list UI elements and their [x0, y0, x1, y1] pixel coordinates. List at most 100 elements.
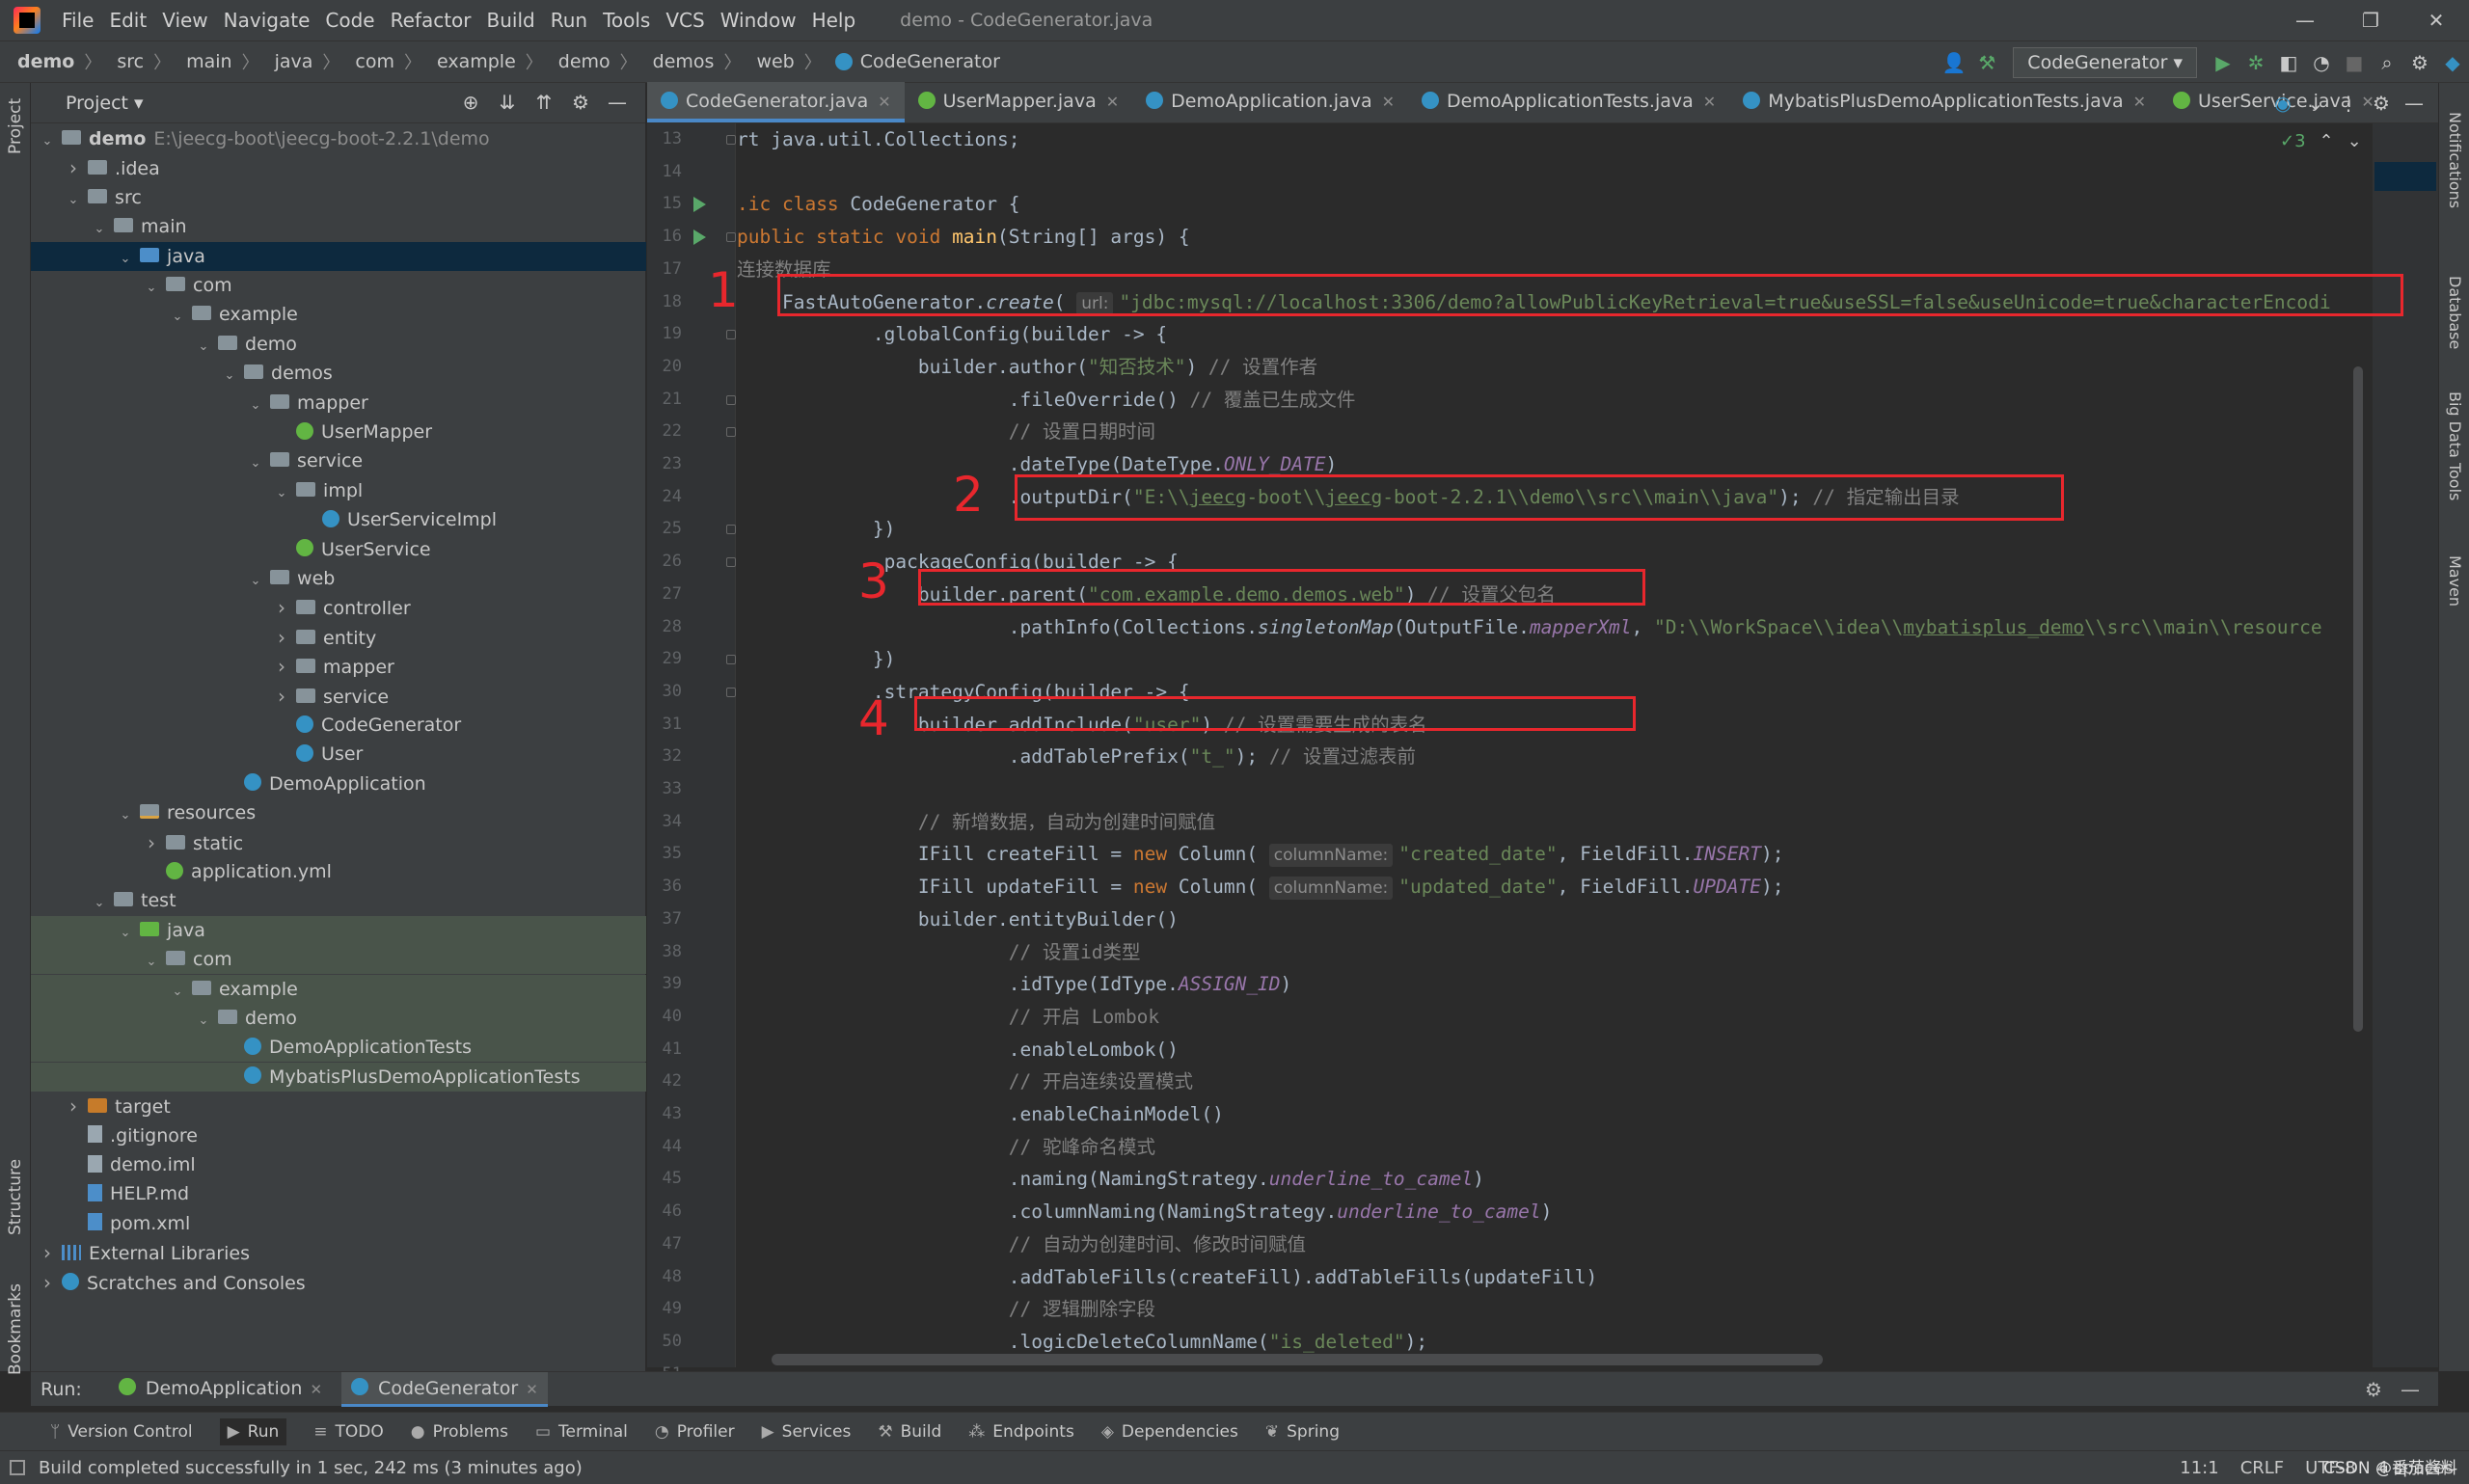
tree-item[interactable]: ⌄ demo E:\jeecg-boot\jeecg-boot-2.2.1\dem…	[31, 124, 646, 153]
tree-item[interactable]: ⌄ resources	[31, 798, 646, 827]
expand-arrow-icon[interactable]: ⌄	[117, 919, 134, 948]
expand-all-icon[interactable]: ⇊	[489, 91, 526, 114]
run-gutter-icon[interactable]	[693, 197, 706, 213]
expand-arrow-icon[interactable]: ⌄	[39, 127, 56, 156]
settings-gear-icon[interactable]: ⚙	[2365, 83, 2398, 123]
minimize-button[interactable]: —	[2272, 0, 2338, 40]
more-tabs-icon[interactable]: ◉	[2266, 83, 2299, 123]
vertical-scrollbar[interactable]	[2353, 366, 2363, 1032]
stop-icon[interactable]: ■	[2338, 51, 2371, 74]
menu-item-window[interactable]: Window	[720, 9, 797, 32]
expand-arrow-icon[interactable]: ⌄	[221, 362, 238, 391]
collapse-arrow-icon[interactable]: ›	[65, 153, 82, 182]
tree-item[interactable]: ⌄ java	[31, 241, 646, 271]
fold-marker-icon[interactable]	[726, 330, 736, 340]
tree-item[interactable]: .gitignore	[31, 1121, 646, 1150]
project-tool-button[interactable]: Project	[6, 98, 25, 154]
tree-item[interactable]: User	[31, 740, 646, 769]
tool-window-run[interactable]: ▶ Run	[219, 1417, 287, 1445]
tool-window-endpoints[interactable]: ⁂ Endpoints	[968, 1422, 1074, 1442]
menu-item-view[interactable]: View	[162, 9, 207, 32]
run-icon[interactable]: ▶	[2207, 51, 2239, 74]
tree-item[interactable]: › External Libraries	[31, 1238, 646, 1267]
collapse-arrow-icon[interactable]: ›	[39, 1268, 56, 1297]
database-tool-button[interactable]: Database	[2446, 276, 2464, 349]
tree-item[interactable]: ⌄ src	[31, 183, 646, 212]
settings-gear-icon[interactable]: ⚙	[2355, 1378, 2392, 1401]
fold-marker-icon[interactable]	[726, 557, 736, 568]
tool-window-build[interactable]: ⚒ Build	[878, 1422, 941, 1442]
search-icon[interactable]: ⌕	[2371, 51, 2403, 74]
menu-item-refactor[interactable]: Refactor	[391, 9, 472, 32]
expand-arrow-icon[interactable]: ⌄	[247, 391, 264, 420]
expand-arrow-icon[interactable]: ⌄	[195, 1007, 212, 1036]
breadcrumb-item[interactable]: CodeGenerator	[860, 51, 1000, 72]
menu-item-tools[interactable]: Tools	[603, 9, 650, 32]
expand-arrow-icon[interactable]: ⌄	[247, 567, 264, 596]
menu-item-build[interactable]: Build	[487, 9, 535, 32]
hide-icon[interactable]: —	[599, 91, 636, 114]
tree-item[interactable]: ⌄ demo	[31, 1004, 646, 1033]
tree-item[interactable]: DemoApplication	[31, 769, 646, 798]
collapse-arrow-icon[interactable]: ›	[273, 652, 290, 681]
run-tab-demo-application[interactable]: DemoApplication ✕	[109, 1372, 332, 1407]
editor-tab[interactable]: DemoApplication.java ✕	[1132, 82, 1408, 122]
coverage-icon[interactable]: ◧	[2272, 51, 2305, 74]
line-separator[interactable]: CRLF	[2240, 1458, 2284, 1478]
run-gutter-icon[interactable]	[693, 229, 706, 246]
hide-icon[interactable]: —	[2398, 83, 2430, 123]
expand-arrow-icon[interactable]: ⌄	[91, 889, 108, 918]
breadcrumb-item[interactable]: example	[437, 51, 516, 72]
tree-item[interactable]: ⌄ service	[31, 446, 646, 475]
collapse-all-icon[interactable]: ⇈	[526, 91, 562, 114]
chevron-down-icon[interactable]: ⌄	[2299, 83, 2332, 123]
close-icon[interactable]: ✕	[1382, 93, 1395, 111]
expand-arrow-icon[interactable]: ⌄	[169, 303, 186, 332]
breadcrumb-item[interactable]: com	[355, 51, 394, 72]
menu-item-code[interactable]: Code	[325, 9, 374, 32]
tree-item[interactable]: application.yml	[31, 857, 646, 886]
debug-icon[interactable]: ✲	[2239, 51, 2272, 74]
fold-marker-icon[interactable]	[726, 394, 736, 405]
expand-arrow-icon[interactable]: ⌄	[273, 479, 290, 508]
breadcrumb-item[interactable]: java	[275, 51, 313, 72]
tree-item[interactable]: › Scratches and Consoles	[31, 1268, 646, 1297]
run-configuration-select[interactable]: CodeGenerator ▾	[2013, 47, 2197, 78]
close-icon[interactable]: ✕	[1703, 93, 1716, 111]
collapse-arrow-icon[interactable]: ›	[65, 1092, 82, 1120]
previous-highlight-icon[interactable]: ⌃	[2320, 131, 2334, 151]
collapse-arrow-icon[interactable]: ›	[273, 593, 290, 622]
run-tab-code-generator[interactable]: CodeGenerator ✕	[341, 1371, 548, 1407]
notifications-tool-button[interactable]: Notifications	[2446, 112, 2464, 208]
restore-button[interactable]: ❐	[2338, 0, 2403, 40]
tree-item[interactable]: › static	[31, 828, 646, 857]
tree-item[interactable]: ⌄ impl	[31, 476, 646, 505]
fold-marker-icon[interactable]	[726, 135, 736, 145]
collapse-arrow-icon[interactable]: ›	[143, 828, 160, 857]
user-icon[interactable]: 👤	[1938, 51, 1970, 74]
close-icon[interactable]: ✕	[310, 1381, 322, 1398]
editor-tab[interactable]: DemoApplicationTests.java ✕	[1408, 82, 1729, 122]
collapse-arrow-icon[interactable]: ›	[39, 1238, 56, 1267]
expand-arrow-icon[interactable]: ⌄	[143, 274, 160, 303]
fold-marker-icon[interactable]	[726, 525, 736, 535]
expand-arrow-icon[interactable]: ⌄	[117, 801, 134, 830]
tree-item[interactable]: DemoApplicationTests	[31, 1033, 646, 1063]
fold-marker-icon[interactable]	[726, 232, 736, 243]
bookmarks-tool-button[interactable]: Bookmarks	[6, 1283, 25, 1375]
tree-item[interactable]: ⌄ demo	[31, 330, 646, 359]
expand-arrow-icon[interactable]: ⌄	[91, 215, 108, 244]
expand-arrow-icon[interactable]: ⌄	[247, 449, 264, 478]
tree-item[interactable]: ⌄ com	[31, 945, 646, 975]
tree-item[interactable]: ⌄ java	[31, 915, 646, 948]
tree-item[interactable]: › entity	[31, 623, 646, 652]
tool-window-services[interactable]: ▶ Services	[762, 1422, 852, 1442]
profile-icon[interactable]: ◔	[2305, 51, 2338, 74]
tree-item[interactable]: HELP.md	[31, 1179, 646, 1208]
tree-item[interactable]: ⌄ web	[31, 564, 646, 593]
settings-gear-icon[interactable]: ⚙	[2403, 51, 2436, 74]
close-icon[interactable]: ✕	[878, 93, 890, 111]
breadcrumb-item[interactable]: demo	[558, 51, 610, 72]
tool-window-version-control[interactable]: ᛘ Version Control	[50, 1422, 193, 1442]
tree-item[interactable]: demo.iml	[31, 1150, 646, 1179]
